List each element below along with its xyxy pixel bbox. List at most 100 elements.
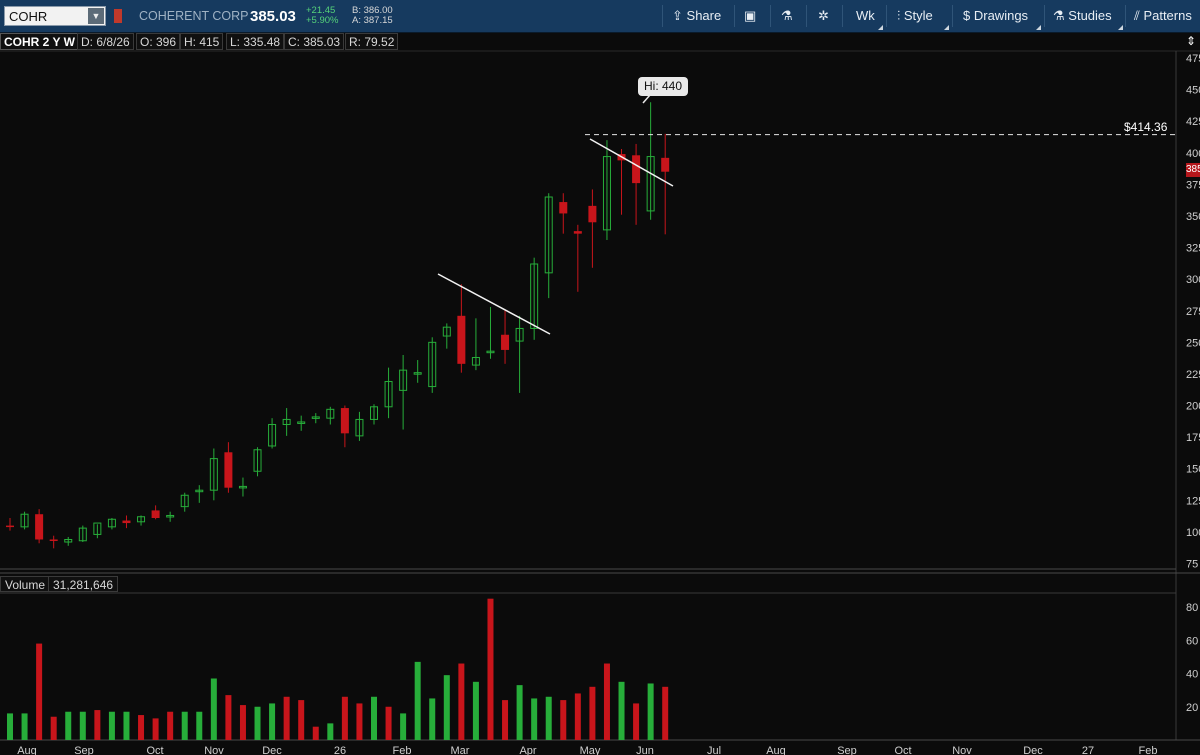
volume-bar — [138, 715, 145, 740]
time-tick-label: May — [580, 745, 601, 755]
volume-bar — [502, 700, 509, 740]
price-tick-label: 75 — [1186, 559, 1198, 571]
date-cell: D: 6/8/26 — [77, 33, 134, 50]
price-tick-label: 450 — [1186, 85, 1200, 97]
candle-body-up — [544, 196, 553, 274]
flask-icon: ⚗ — [1053, 8, 1065, 23]
candle-body-up — [355, 418, 364, 437]
volume-bar — [400, 713, 407, 740]
corner-icon — [878, 25, 883, 30]
volume-bar — [371, 696, 377, 740]
candle-icon: ⫶ — [897, 8, 901, 23]
candle-body-up — [195, 489, 204, 493]
timeframe-button[interactable]: Wk — [856, 8, 875, 23]
volume-bar — [123, 711, 130, 740]
patterns-button[interactable]: ⫽ Patterns — [1134, 8, 1192, 24]
high-cell: H: 415 — [180, 33, 224, 50]
candle-body-up — [282, 418, 291, 425]
alert-flag-icon[interactable] — [114, 9, 122, 23]
high-pointer — [642, 94, 651, 104]
screenshot-button[interactable]: ▣ — [744, 8, 756, 24]
share-icon: ⇪ — [672, 8, 683, 23]
candle-body-up — [370, 406, 378, 420]
time-tick-label: Apr — [519, 745, 536, 755]
style-label: Style — [903, 8, 933, 23]
candle-body-up — [646, 156, 655, 212]
style-button[interactable]: ⫶ Style — [897, 8, 933, 24]
time-tick-label: Jun — [636, 745, 654, 755]
candle-body-up — [238, 485, 247, 489]
volume-bar — [327, 723, 334, 740]
volume-bar — [633, 703, 640, 740]
bid-ask: B: 386.00 A: 387.15 — [352, 6, 393, 26]
volume-bar — [254, 706, 261, 740]
share-button[interactable]: ⇪ Share — [672, 8, 721, 24]
volume-bar — [108, 711, 115, 740]
volume-bar — [312, 726, 319, 740]
divider — [806, 5, 807, 27]
volume-bar — [167, 711, 174, 740]
divider — [1125, 5, 1126, 27]
ohlc-infobar: COHR 2 Y W D: 6/8/26 O: 396 H: 415 L: 33… — [0, 33, 1200, 50]
candle-body-up — [384, 381, 393, 408]
corner-icon — [1036, 25, 1041, 30]
corner-icon — [944, 25, 949, 30]
settings-button[interactable]: ✲ — [818, 8, 829, 24]
trendline — [437, 273, 551, 335]
trendline — [589, 138, 674, 187]
studies-button[interactable]: ⚗ Studies — [1053, 8, 1112, 24]
price-tick-label: 175 — [1186, 432, 1200, 444]
price-tick-label: 475 — [1186, 53, 1200, 65]
divider — [886, 5, 887, 27]
candle-body-down — [661, 157, 670, 172]
volume-bar — [531, 698, 538, 740]
volume-bar — [21, 713, 28, 740]
symbol-dropdown-icon[interactable]: ▼ — [88, 8, 104, 24]
time-tick-label: Aug — [766, 745, 786, 755]
time-tick-label: Jul — [707, 745, 721, 755]
time-tick-label: 27 — [1082, 745, 1094, 755]
price-chart[interactable]: 75 100 125 150 175 200 225 250 275 300 325 350 375 40… — [0, 0, 1200, 755]
studies-label: Studies — [1068, 8, 1112, 23]
volume-bar — [545, 696, 552, 740]
candle-body-up — [64, 538, 73, 543]
time-tick-label: Oct — [894, 745, 911, 755]
volume-bar — [341, 696, 348, 740]
time-tick-label: Oct — [146, 745, 163, 755]
scroll-icon[interactable]: ⇕ — [1186, 34, 1200, 48]
timeframe-label: Wk — [856, 8, 875, 23]
candle-body-up — [530, 263, 539, 329]
flask-button[interactable]: ⚗ — [781, 8, 793, 24]
top-toolbar: COHR ▼ COHERENT CORP 385.03 +21.45 +5.90… — [0, 0, 1200, 33]
price-tick-label: 125 — [1186, 495, 1200, 507]
volume-label: Volume — [0, 576, 51, 592]
divider — [770, 5, 771, 27]
volume-bar — [662, 686, 669, 740]
volume-bar — [50, 716, 57, 740]
candle-body-up — [428, 341, 437, 388]
volume-bar — [79, 711, 86, 740]
price-tick-label: 400 — [1186, 148, 1200, 160]
volume-bar — [603, 663, 610, 740]
time-tick-label: Feb — [1139, 745, 1158, 755]
volume-bar — [458, 663, 465, 740]
volume-value: 31,281,646 — [48, 576, 119, 592]
symbol-text: COHR — [9, 9, 48, 24]
volume-bar — [94, 710, 101, 740]
time-tick-label: Aug — [17, 745, 37, 755]
volume-tick-label: 80 — [1186, 602, 1198, 614]
price-tick-label: 275 — [1186, 306, 1200, 318]
candle-body-down — [501, 334, 510, 350]
time-tick-label: Sep — [74, 745, 94, 755]
candle-body-down — [35, 514, 44, 540]
symbol-input[interactable]: COHR ▼ — [4, 6, 106, 26]
drawings-label: Drawings — [973, 8, 1029, 23]
volume-bar — [196, 711, 203, 740]
volume-bar — [298, 700, 305, 740]
candle-body-up — [515, 327, 524, 342]
volume-bar — [225, 695, 232, 740]
change-percent: +5.90% — [306, 15, 339, 26]
candle-body-up — [268, 423, 277, 447]
drawings-button[interactable]: $ Drawings — [963, 8, 1028, 23]
volume-bar — [443, 675, 450, 740]
